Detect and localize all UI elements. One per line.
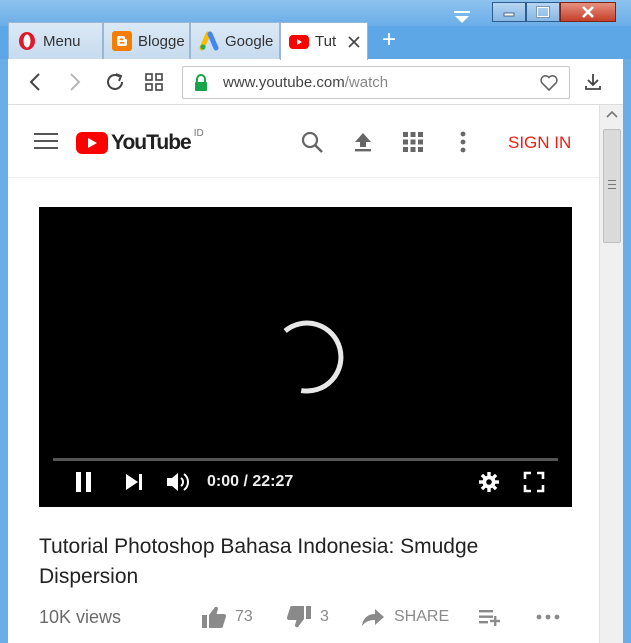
tab-blogger[interactable]: Blogge	[103, 22, 190, 59]
apps-button[interactable]	[400, 129, 426, 155]
youtube-play-logo-icon	[76, 132, 108, 154]
more-horizontal-icon	[535, 605, 561, 629]
upload-button[interactable]	[350, 129, 376, 155]
window-left-border	[0, 59, 8, 643]
search-button[interactable]	[299, 129, 325, 155]
video-player[interactable]: 0:00 / 22:27	[39, 207, 572, 507]
maximize-icon	[536, 6, 550, 18]
settings-button[interactable]	[476, 469, 502, 495]
video-title: Tutorial Photoshop Bahasa Indonesia: Smu…	[39, 535, 479, 588]
pause-button[interactable]	[71, 469, 97, 495]
progress-bar[interactable]	[53, 458, 558, 461]
maximize-button[interactable]	[526, 2, 560, 22]
back-arrow-icon	[29, 73, 40, 91]
dislike-button[interactable]: 3	[286, 605, 329, 629]
region-code: ID	[193, 127, 204, 139]
youtube-icon	[289, 32, 309, 52]
reload-button[interactable]	[102, 69, 128, 95]
fullscreen-icon	[523, 471, 545, 493]
downloads-button[interactable]	[580, 69, 606, 95]
download-icon	[585, 74, 601, 90]
tab-opera-menu[interactable]: Menu	[8, 22, 103, 59]
forward-button[interactable]	[62, 69, 88, 95]
volume-button[interactable]	[165, 469, 191, 495]
youtube-header: YouTube ID SIGN IN	[8, 105, 599, 178]
gear-icon	[479, 472, 499, 492]
close-window-button[interactable]	[560, 2, 616, 22]
page-viewport: YouTube ID SIGN IN 0:00 / 22:27 Tutorial…	[8, 105, 599, 643]
close-tab-icon[interactable]	[347, 35, 361, 49]
youtube-wordmark: YouTube	[111, 131, 192, 154]
view-count: 10K views	[39, 607, 122, 627]
scroll-grip-icon	[608, 180, 616, 192]
tab-google[interactable]: Google	[190, 22, 280, 59]
close-icon	[582, 6, 594, 18]
address-bar[interactable]: www.youtube.com/watch	[182, 66, 570, 99]
search-icon	[301, 131, 323, 153]
thumbs-up-icon	[201, 605, 227, 629]
heart-icon[interactable]	[539, 73, 559, 93]
thumbs-down-icon	[286, 605, 312, 629]
opera-logo-icon	[17, 31, 37, 51]
share-arrow-icon	[360, 605, 386, 629]
hamburger-menu-icon[interactable]	[34, 133, 58, 151]
like-button[interactable]: 73	[201, 605, 253, 629]
scroll-up-arrow-icon[interactable]	[606, 109, 618, 119]
upload-icon	[355, 133, 371, 152]
new-tab-button[interactable]: +	[376, 28, 402, 54]
skip-next-icon	[126, 474, 142, 490]
browser-window: Menu Blogge Google Tut + www.youtube.com…	[0, 0, 631, 643]
more-actions-button[interactable]	[535, 605, 569, 629]
dislike-count: 3	[320, 608, 329, 625]
like-count: 73	[235, 608, 253, 625]
scroll-thumb[interactable]	[603, 129, 621, 243]
time-display: 0:00 / 22:27	[207, 473, 294, 490]
back-button[interactable]	[22, 69, 48, 95]
lock-icon	[195, 73, 207, 91]
minimize-button[interactable]	[492, 2, 526, 22]
tab-strip: Menu Blogge Google Tut +	[8, 22, 623, 60]
window-right-border	[623, 59, 631, 643]
window-controls	[492, 2, 616, 24]
playlist-add-icon	[477, 605, 503, 629]
tab-youtube-active[interactable]: Tut	[280, 22, 368, 60]
minimize-icon	[503, 12, 515, 17]
fullscreen-button[interactable]	[521, 469, 547, 495]
tab-label: Tut	[315, 33, 337, 50]
page-scrollbar[interactable]	[599, 105, 623, 643]
navigation-bar: www.youtube.com/watch	[8, 59, 623, 105]
blogger-icon	[112, 31, 132, 51]
forward-arrow-icon	[70, 73, 81, 91]
apps-grid-icon	[403, 132, 423, 152]
youtube-logo[interactable]: YouTube ID	[76, 127, 204, 157]
add-to-playlist-button[interactable]	[477, 605, 511, 629]
sign-in-button[interactable]: SIGN IN	[508, 133, 571, 153]
url-text: www.youtube.com/watch	[223, 74, 389, 91]
loading-spinner-icon	[283, 320, 344, 394]
grid-tiles-icon	[145, 73, 163, 91]
player-controls: 0:00 / 22:27	[39, 469, 572, 499]
tab-label: Blogge	[138, 32, 185, 50]
more-options-button[interactable]	[450, 129, 476, 155]
tab-label: Google	[225, 32, 274, 50]
share-button[interactable]: SHARE	[360, 605, 449, 629]
share-label: SHARE	[394, 608, 450, 625]
google-ads-icon	[199, 31, 219, 51]
pause-icon	[76, 472, 91, 492]
next-button[interactable]	[121, 469, 147, 495]
volume-icon	[167, 473, 189, 491]
tab-label: Menu	[43, 32, 81, 50]
speed-dial-button[interactable]	[141, 69, 167, 95]
reload-icon	[107, 73, 123, 90]
more-vertical-icon	[460, 131, 466, 153]
